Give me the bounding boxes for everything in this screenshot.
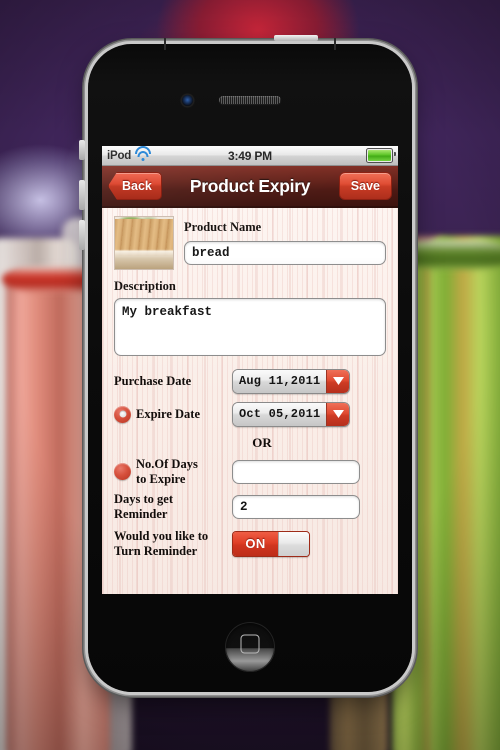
description-label: Description [114,279,176,293]
reminder-toggle-switch[interactable]: ON [232,530,310,557]
reminder-toggle-knob[interactable] [278,531,309,556]
home-button[interactable] [225,622,275,672]
expire-date-picker[interactable]: Oct 05,2011 [232,401,351,427]
chevron-down-icon[interactable] [326,369,350,393]
days-to-expire-row: No.Of Days to Expire [114,457,386,487]
turn-reminder-row: Would you like to Turn Reminder ON [114,529,386,559]
product-expiry-form: Product Name Description My breakfast Pu… [102,208,398,594]
expire-date-label-group: Expire Date [114,405,232,423]
purchase-date-value: Aug 11,2011 [233,369,327,393]
status-bar: iPod 3:49 PM [102,146,398,166]
earpiece-speaker [219,96,281,104]
back-button[interactable]: Back [108,172,162,200]
purchase-date-label: Purchase Date [114,373,192,388]
or-separator: OR [114,434,386,452]
days-to-expire-label-line2: to Expire [136,471,186,486]
product-name-group: Product Name [184,216,386,270]
home-square-icon [240,634,260,653]
expire-date-radio[interactable] [114,405,131,423]
days-to-expire-radio[interactable] [114,463,131,480]
save-button[interactable]: Save [338,172,392,200]
days-to-expire-label: No.Of Days to Expire [136,457,198,487]
volume-up-button[interactable] [79,180,85,210]
product-name-label: Product Name [184,220,262,234]
navigation-bar: Back Product Expiry Save [102,166,398,208]
expire-date-label: Expire Date [136,406,200,421]
expire-date-row: Expire Date Oct 05,2011 [114,401,386,427]
turn-reminder-label: Would you like to Turn Reminder [114,529,232,559]
days-to-expire-label-line1: No.Of Days [136,456,198,471]
turn-reminder-label-line2: Turn Reminder [114,543,198,558]
reminder-days-label-line2: Reminder [114,507,168,521]
description-textarea[interactable]: My breakfast [114,297,386,356]
days-to-expire-input[interactable] [232,459,360,484]
purchase-date-row: Purchase Date Aug 11,2011 [114,368,386,394]
antenna-gap-right [334,38,336,50]
status-bar-time: 3:49 PM [228,148,272,163]
reminder-days-label-line1: Days to get [114,492,174,507]
mute-switch[interactable] [79,140,85,160]
volume-down-button[interactable] [79,220,85,250]
turn-reminder-label-line1: Would you like to [114,528,209,543]
reminder-days-row: Days to get Reminder [114,492,386,522]
reminder-toggle-state: ON [233,531,278,556]
chevron-down-icon[interactable] [326,402,350,426]
battery-full-icon [366,148,396,163]
iphone-device: iPod 3:49 PM Back Product Expiry Save Pr… [79,35,412,692]
antenna-gap-left [164,38,166,50]
reminder-days-label: Days to get Reminder [114,492,232,522]
front-camera [182,95,193,106]
power-button[interactable] [274,35,318,41]
product-photo-bread[interactable] [114,216,174,270]
screenshot-stage: iPod 3:49 PM Back Product Expiry Save Pr… [0,0,500,750]
reminder-days-input[interactable] [232,495,360,519]
purchase-date-picker[interactable]: Aug 11,2011 [232,368,351,394]
expire-date-value: Oct 05,2011 [233,402,327,426]
days-to-expire-label-group: No.Of Days to Expire [114,457,232,487]
phone-screen: iPod 3:49 PM Back Product Expiry Save Pr… [102,146,398,594]
product-name-input[interactable] [184,240,386,265]
or-label: OR [252,434,272,450]
product-name-row: Product Name [114,216,386,270]
